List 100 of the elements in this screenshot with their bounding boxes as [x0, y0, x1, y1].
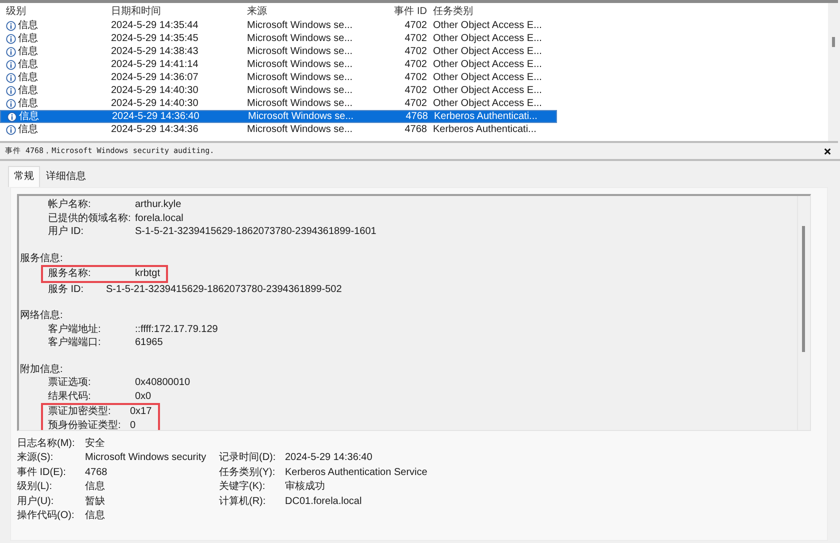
tab[interactable]: 常规 — [8, 166, 40, 187]
property-label: 级别(L): — [17, 480, 53, 494]
column-header[interactable]: 事件 ID — [387, 4, 433, 18]
event-row[interactable]: 信息 2024-5-29 14:40:30 Microsoft Windows se... 4702 Other Object Access E... — [0, 97, 555, 110]
level-text: 信息 — [18, 84, 38, 97]
property-value: 安全 — [85, 437, 106, 451]
close-icon[interactable] — [824, 148, 831, 154]
date-text: 2024-5-29 14:36:40 — [112, 110, 200, 123]
scrollbar[interactable] — [828, 3, 838, 141]
field-label: 客户端地址: — [48, 322, 102, 336]
field-label: 帐户名称: — [48, 198, 92, 212]
event-row[interactable]: 信息 2024-5-29 14:35:44 Microsoft Windows se... 4702 Other Object Access E... — [0, 19, 555, 32]
info-icon — [7, 112, 17, 122]
property-label: 日志名称(M): — [17, 437, 76, 451]
tab[interactable]: 详细信息 — [40, 166, 92, 187]
event-row[interactable]: 信息 2024-5-29 14:38:43 Microsoft Windows se... 4702 Other Object Access E... — [0, 45, 555, 58]
field-value: 0x17 — [130, 405, 152, 418]
field-value: 0x0 — [135, 390, 152, 403]
field-label: 票证加密类型: — [48, 405, 112, 418]
event-row[interactable]: 信息 2024-5-29 14:36:07 Microsoft Windows se... 4702 Other Object Access E... — [0, 71, 555, 84]
task-category-text: Other Object Access E... — [433, 45, 543, 58]
field-value: ::ffff:172.17.79.129 — [135, 322, 218, 336]
field-label: 客户端端口: — [48, 336, 102, 350]
event-id-text: 4702 — [404, 45, 428, 58]
event-id-text: 4702 — [404, 19, 428, 32]
field-value: arthur.kyle — [135, 198, 182, 212]
column-header[interactable]: 级别 — [0, 4, 111, 18]
field-value: 61965 — [135, 336, 163, 350]
field-label: 用户 ID: — [48, 225, 85, 238]
section-heading: 附加信息: — [19, 362, 64, 376]
info-icon — [6, 86, 16, 96]
field-label: 预身份验证类型: — [48, 418, 122, 430]
property-label: 事件 ID(E): — [17, 466, 67, 480]
field-label: 已提供的领域名称: — [48, 212, 132, 225]
property-value: 4768 — [85, 466, 108, 480]
column-header[interactable]: 来源 — [247, 4, 387, 18]
field-value: krbtgt — [135, 267, 160, 280]
field-value: 0 — [130, 418, 136, 430]
info-icon — [6, 124, 16, 134]
field-label: 票证选项: — [48, 376, 92, 390]
property-value: 暂缺 — [85, 494, 106, 509]
field-label: 结果代码: — [48, 390, 92, 403]
property-value: 信息 — [85, 508, 106, 523]
task-category-text: Other Object Access E... — [433, 58, 543, 71]
source-text: Microsoft Windows se... — [247, 84, 354, 97]
task-category-text: Other Object Access E... — [433, 19, 543, 32]
info-icon — [6, 20, 16, 30]
source-text: Microsoft Windows se... — [248, 110, 355, 123]
property-value: 信息 — [85, 480, 106, 494]
column-header[interactable]: 任务类别 — [433, 4, 555, 18]
task-category-text: Other Object Access E... — [433, 97, 543, 110]
property-label: 来源(S): — [17, 451, 54, 466]
property-label: 操作代码(O): — [17, 508, 76, 523]
property-label: 关键字(K): — [219, 480, 266, 494]
level-text: 信息 — [18, 32, 38, 45]
source-text: Microsoft Windows se... — [247, 71, 354, 84]
level-text: 信息 — [18, 58, 38, 71]
property-value: DC01.forela.local — [285, 494, 362, 509]
source-text: Microsoft Windows se... — [247, 19, 354, 32]
event-id-text: 4702 — [404, 71, 428, 84]
event-id-text: 4702 — [404, 58, 428, 71]
event-id-text: 4768 — [404, 123, 428, 136]
date-text: 2024-5-29 14:35:45 — [111, 32, 200, 45]
property-value: Kerberos Authentication Service — [285, 466, 428, 480]
section-heading: 服务信息: — [19, 252, 64, 265]
event-row[interactable]: 信息 2024-5-29 14:41:14 Microsoft Windows se... 4702 Other Object Access E... — [0, 58, 555, 71]
column-header[interactable]: 日期和时间 — [111, 4, 247, 18]
date-text: 2024-5-29 14:36:07 — [111, 71, 200, 84]
source-text: Microsoft Windows se... — [247, 32, 354, 45]
property-label: 计算机(R): — [219, 494, 267, 509]
level-text: 信息 — [18, 45, 38, 58]
property-label: 任务类别(Y): — [219, 466, 276, 480]
task-category-text: Other Object Access E... — [433, 84, 543, 97]
source-text: Microsoft Windows se... — [247, 45, 354, 58]
event-row[interactable]: 信息 2024-5-29 14:40:30 Microsoft Windows se... 4702 Other Object Access E... — [0, 84, 555, 97]
field-value: forela.local — [135, 212, 184, 225]
date-text: 2024-5-29 14:38:43 — [111, 45, 200, 58]
task-category-text: Other Object Access E... — [433, 32, 543, 45]
scroll-thumb[interactable] — [802, 226, 805, 352]
property-value: 2024-5-29 14:36:40 — [285, 451, 372, 466]
source-text: Microsoft Windows se... — [247, 123, 354, 136]
date-text: 2024-5-29 14:34:36 — [111, 123, 200, 136]
property-label: 记录时间(D): — [219, 451, 277, 466]
task-category-text: Kerberos Authenticati... — [433, 123, 538, 136]
event-row[interactable]: 信息 2024-5-29 14:35:45 Microsoft Windows se... 4702 Other Object Access E... — [0, 32, 555, 45]
event-row[interactable]: 信息 2024-5-29 14:34:36 Microsoft Windows se... 4768 Kerberos Authenticati... — [0, 123, 555, 136]
source-text: Microsoft Windows se... — [247, 58, 354, 71]
task-category-text: Other Object Access E... — [433, 71, 543, 84]
scroll-thumb[interactable] — [832, 37, 835, 47]
event-row[interactable]: 信息 2024-5-29 14:36:40 Microsoft Windows se... 4768 Kerberos Authenticati... — [0, 110, 557, 123]
event-id-text: 4768 — [404, 110, 429, 123]
date-text: 2024-5-29 14:41:14 — [111, 58, 200, 71]
level-text: 信息 — [18, 71, 38, 84]
source-text: Microsoft Windows se... — [247, 97, 354, 110]
level-text: 信息 — [18, 123, 38, 136]
level-text: 信息 — [18, 97, 38, 110]
level-text: 信息 — [19, 110, 39, 123]
level-text: 信息 — [18, 19, 38, 32]
info-icon — [6, 72, 16, 82]
field-label: 服务名称: — [48, 267, 92, 280]
